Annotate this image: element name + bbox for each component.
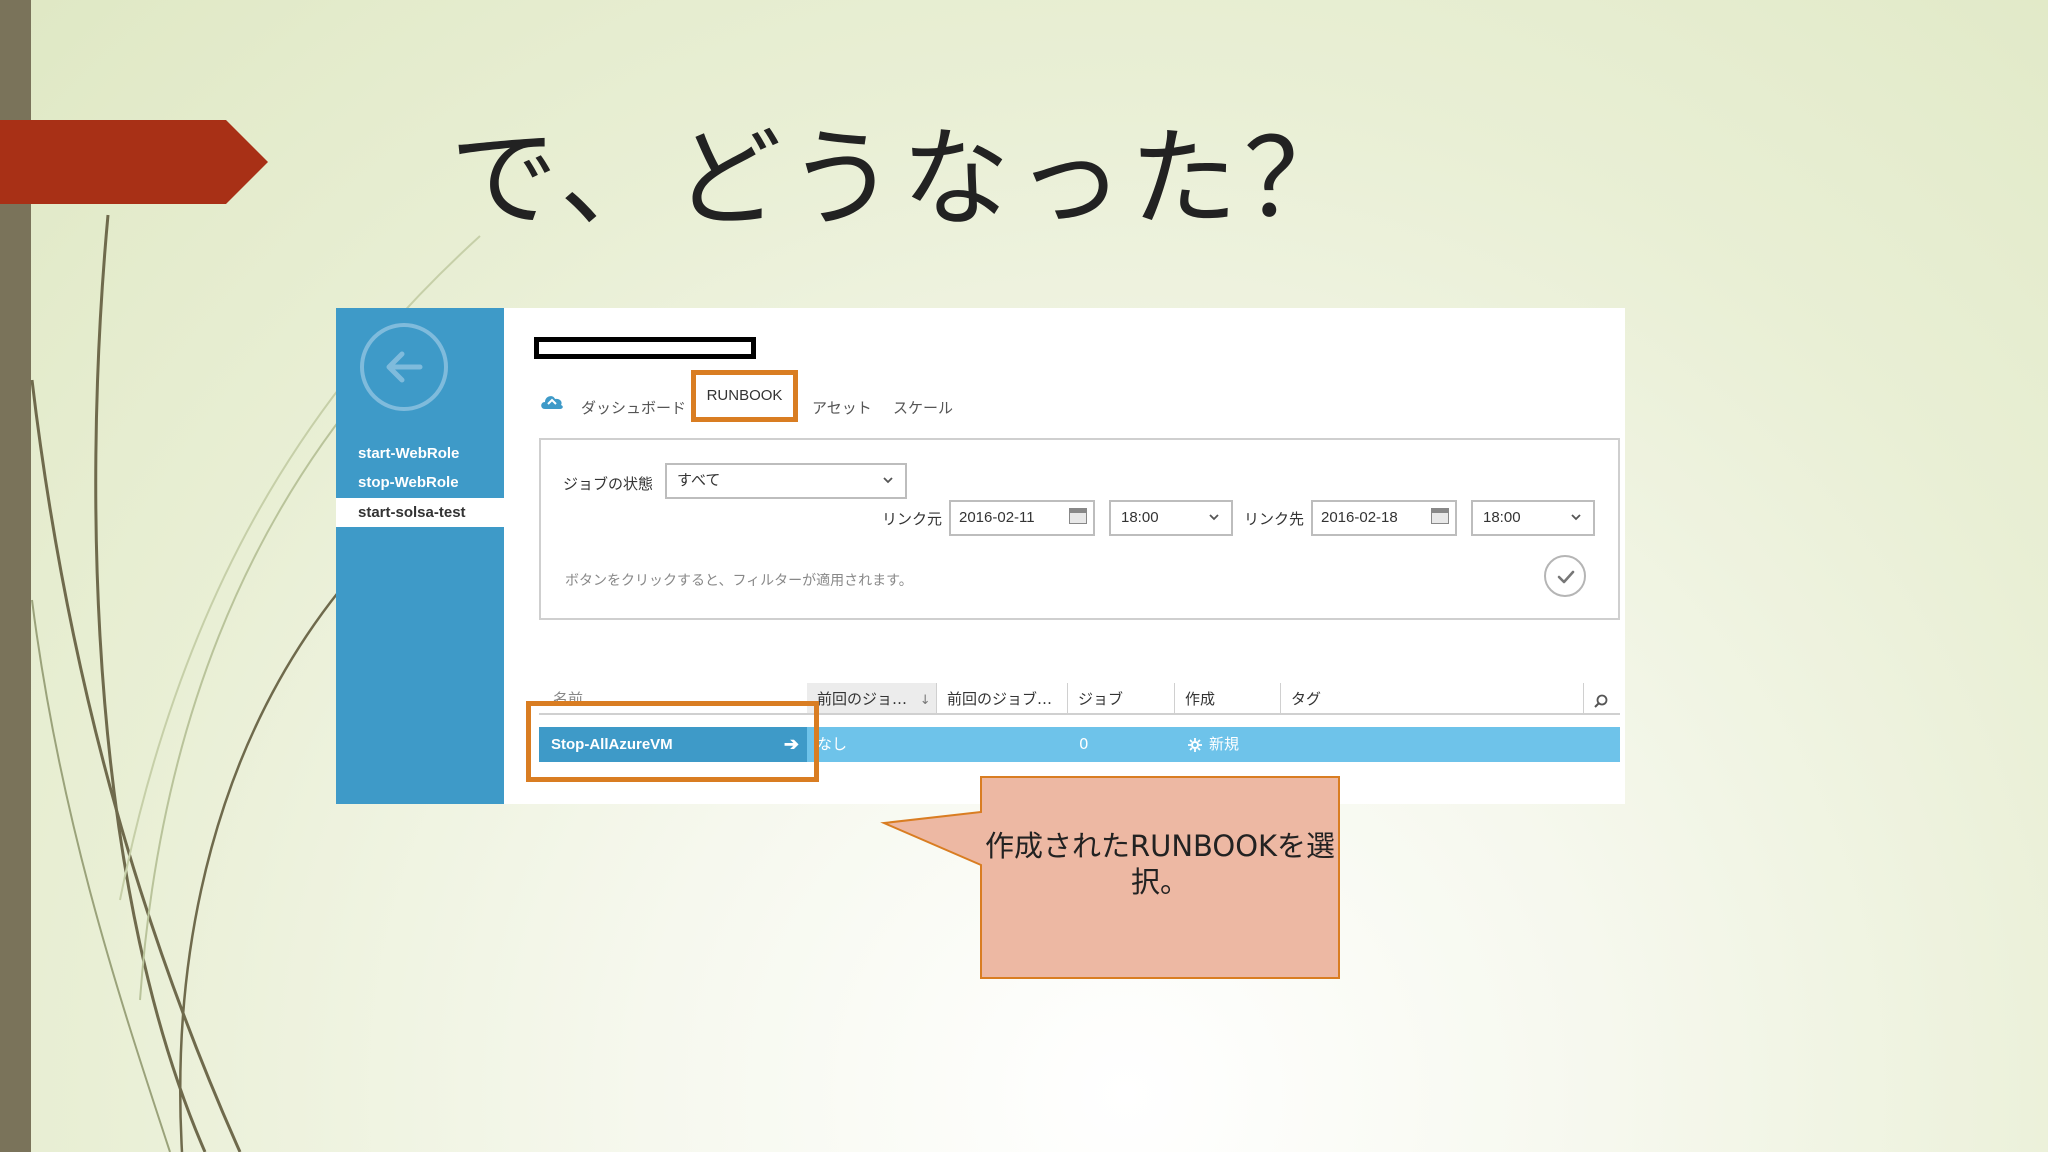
callout-shape <box>880 776 1340 979</box>
callout-text: 作成されたRUNBOOKを選択。 <box>984 829 1336 899</box>
